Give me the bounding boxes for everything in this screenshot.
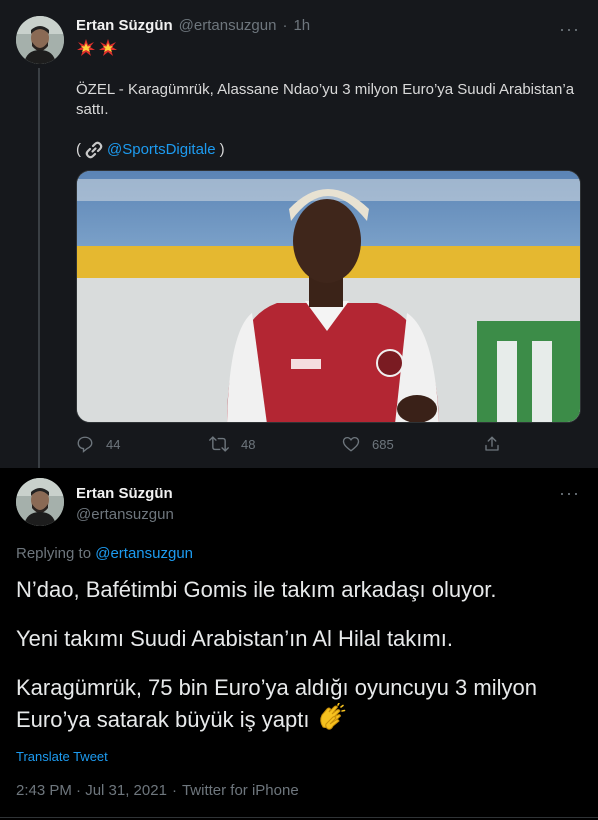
retweet-icon [209,436,229,452]
replying-to: Replying to @ertansuzgun [16,545,193,562]
author-name[interactable]: Ertan Süzgün [76,17,173,34]
parent-tweet[interactable]: Ertan Süzgün @ertansuzgun · 1h ··· ÖZEL … [0,0,598,468]
divider [0,817,598,818]
focused-tweet: Ertan Süzgün @ertansuzgun ··· Replying t… [0,468,598,820]
author-handle[interactable]: @ertansuzgun [76,506,174,523]
tweet-meta: 2:43 PM · Jul 31, 2021 · Twitter for iPh… [16,782,299,799]
replying-to-handle-link[interactable]: @ertansuzgun [95,545,193,562]
retweet-count: 48 [241,436,256,452]
more-options-icon[interactable]: ··· [559,20,580,38]
more-options-icon[interactable]: ··· [559,484,580,502]
meta-separator: · [171,782,177,799]
collision-icon [77,39,95,56]
source-open-paren: ( [76,141,81,158]
tweet-body: N’dao, Bafétimbi Gomis ile takım arkadaş… [16,575,582,754]
tweet-paragraph: N’dao, Bafétimbi Gomis ile takım arkadaş… [16,577,497,602]
tweet-source: ( @SportsDigitale ) [76,140,225,160]
share-button[interactable] [483,435,501,453]
like-count: 685 [372,436,394,452]
header-separator: · [282,17,288,34]
tweet-header: Ertan Süzgün @ertansuzgun · 1h [76,17,310,34]
reply-count: 44 [106,436,121,452]
clapping-hands-icon [319,702,345,730]
retweet-button[interactable]: 48 [209,435,255,453]
reply-button[interactable]: 44 [76,435,120,453]
emoji-row [76,38,118,58]
source-handle-link[interactable]: @SportsDigitale [107,140,216,160]
tweet-time[interactable]: 1h [293,17,310,34]
reply-icon [77,436,93,453]
replying-label: Replying to [16,545,92,562]
share-icon [485,436,499,451]
avatar[interactable] [16,478,64,526]
link-icon [85,141,103,159]
translate-tweet-link[interactable]: Translate Tweet [16,749,108,764]
like-button[interactable]: 685 [342,435,394,453]
tweet-paragraph: Yeni takımı Suudi Arabistan’ın Al Hilal … [16,626,453,651]
tweet-text: ÖZEL - Karagümrük, Alassane Ndao’yu 3 mi… [76,81,575,118]
source-close-paren: ) [219,141,225,158]
author-name[interactable]: Ertan Süzgün [76,485,173,502]
tweet-paragraph-text: Karagümrük, 75 bin Euro’ya aldığı oyuncu… [16,675,537,732]
collision-icon [99,39,117,56]
author-handle[interactable]: @ertansuzgun [179,17,277,34]
tweet-photo[interactable] [76,170,581,423]
avatar[interactable] [16,16,64,64]
heart-icon [342,436,360,452]
tweet-paragraph-last: Karagümrük, 75 bin Euro’ya aldığı oyuncu… [16,673,582,735]
tweet-timestamp[interactable]: 2:43 PM · Jul 31, 2021 [16,782,167,799]
tweet-client[interactable]: Twitter for iPhone [182,782,299,799]
thread-connector-line [38,68,40,468]
tweet-actions: 44 48 685 [76,435,506,457]
